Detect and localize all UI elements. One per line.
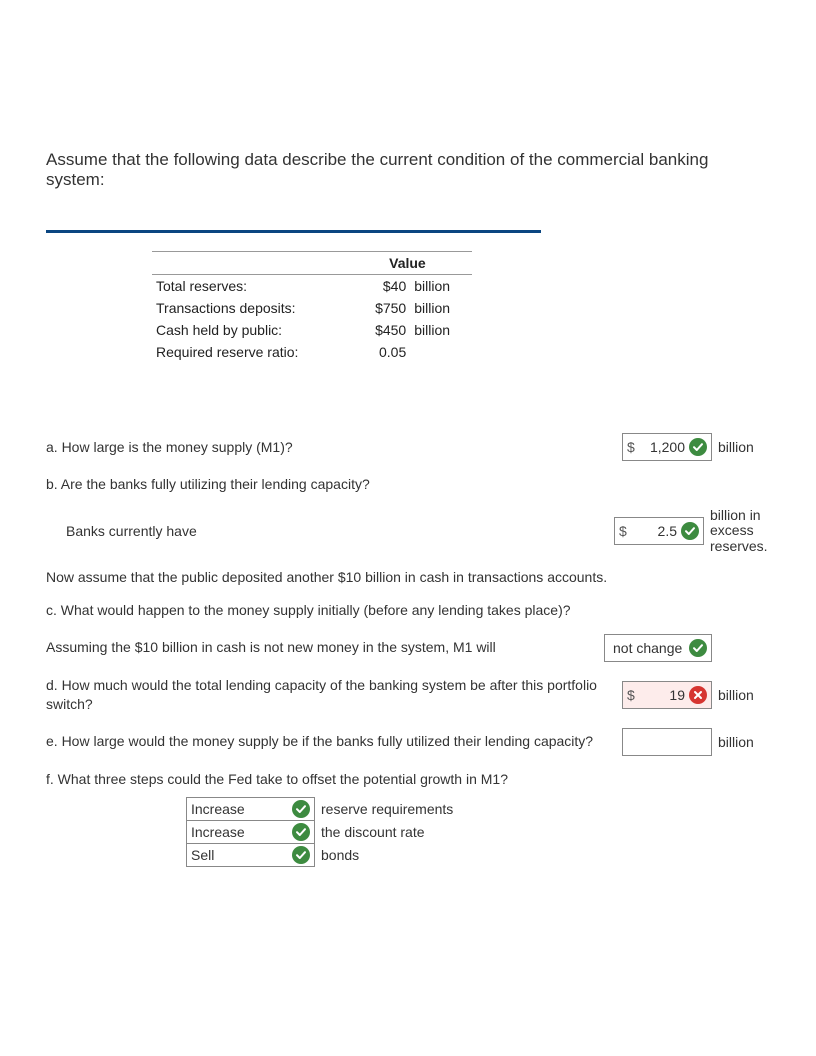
f-answer-box[interactable]: Sell [187,843,315,866]
table-row: Total reserves: $40 billion [152,275,472,298]
row-label: Transactions deposits: [152,297,343,319]
x-icon [689,686,707,704]
question-b-text: b. Are the banks fully utilizing their l… [46,475,770,494]
question-b-indent: Banks currently have [46,522,614,541]
f-row: Increase the discount rate [187,820,460,843]
answer-b-suffix: billion in excess reserves. [710,508,770,554]
intro-text: Assume that the following data describe … [46,150,770,190]
check-icon [292,800,310,818]
f-row: Increase reserve requirements [187,797,460,820]
answer-d-input[interactable]: $ 19 [622,681,712,709]
check-icon [689,639,707,657]
question-e-row: e. How large would the money supply be i… [46,728,770,756]
question-f-text: f. What three steps could the Fed take t… [46,770,770,789]
dollar-sign: $ [619,523,627,539]
row-label: Total reserves: [152,275,343,298]
row-label: Required reserve ratio: [152,341,343,363]
row-unit [410,341,472,363]
row-amount: $40 [343,275,410,298]
f-label: reserve requirements [315,797,460,820]
row-amount: $750 [343,297,410,319]
check-icon [681,522,699,540]
answer-c-value: not change [609,640,689,656]
table-row: Required reserve ratio: 0.05 [152,341,472,363]
table-header-blank [152,252,343,275]
table-row: Transactions deposits: $750 billion [152,297,472,319]
check-icon [292,846,310,864]
check-icon [689,438,707,456]
question-e-text: e. How large would the money supply be i… [46,732,622,751]
check-icon [292,823,310,841]
answer-a-input[interactable]: $ 1,200 [622,433,712,461]
f-answer-value: Increase [191,824,292,840]
question-b-row: Banks currently have $ 2.5 billion in ex… [46,508,770,554]
f-answer-box[interactable]: Increase [187,820,315,843]
data-table: Value Total reserves: $40 billion Transa… [152,251,472,363]
assume-text: Now assume that the public deposited ano… [46,568,770,587]
question-c-line2: Assuming the $10 billion in cash is not … [46,638,604,657]
row-unit: billion [410,297,472,319]
question-a-row: a. How large is the money supply (M1)? $… [46,433,770,461]
f-answer-value: Increase [191,801,292,817]
question-c-text: c. What would happen to the money supply… [46,601,770,620]
answer-c-input[interactable]: not change [604,634,712,662]
answer-b-input[interactable]: $ 2.5 [614,517,704,545]
row-unit: billion [410,275,472,298]
row-amount: 0.05 [343,341,410,363]
answer-b-value: 2.5 [629,523,677,539]
divider-rule [46,230,541,233]
answer-d-value: 19 [637,687,685,703]
question-f-table: Increase reserve requirements Increase [186,797,460,867]
dollar-sign: $ [627,687,635,703]
row-label: Cash held by public: [152,319,343,341]
table-row: Cash held by public: $450 billion [152,319,472,341]
row-unit: billion [410,319,472,341]
dollar-sign: $ [627,439,635,455]
question-c-row: Assuming the $10 billion in cash is not … [46,634,770,662]
f-label: the discount rate [315,820,460,843]
row-amount: $450 [343,319,410,341]
question-d-row: d. How much would the total lending capa… [46,676,770,714]
answer-e-suffix: billion [718,734,770,750]
answer-a-value: 1,200 [637,439,685,455]
question-a-text: a. How large is the money supply (M1)? [46,438,622,457]
f-row: Sell bonds [187,843,460,866]
answer-a-suffix: billion [718,439,770,455]
f-answer-box[interactable]: Increase [187,797,315,820]
table-header-value: Value [343,252,472,275]
question-d-text: d. How much would the total lending capa… [46,676,622,714]
answer-d-suffix: billion [718,687,770,703]
f-label: bonds [315,843,460,866]
answer-e-input[interactable] [622,728,712,756]
f-answer-value: Sell [191,847,292,863]
